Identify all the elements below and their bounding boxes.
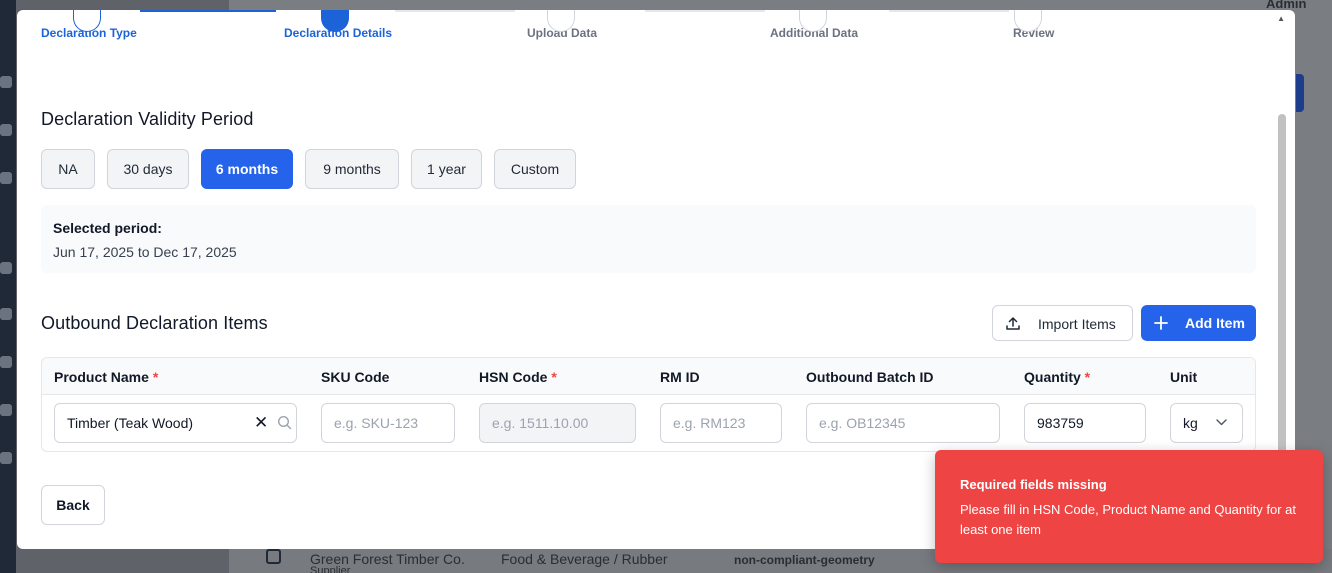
col-label: Quantity [1024,369,1081,385]
required-marker: * [551,369,557,385]
error-toast[interactable]: Required fields missing Please fill in H… [935,450,1323,563]
period-6-months-button[interactable]: 6 months [201,149,293,189]
network-icon [0,124,12,136]
col-label: Unit [1170,369,1198,385]
selected-period-label: Selected period: [53,220,162,236]
col-outbound-batch-id: Outbound Batch ID [806,369,934,385]
unit-value: kg [1183,415,1198,431]
step-connector-2 [395,10,515,12]
col-sku-code: SKU Code [321,369,389,385]
selected-period-value: Jun 17, 2025 to Dec 17, 2025 [53,244,237,260]
background-primary-button [1296,74,1304,112]
col-rm-id: RM ID [660,369,700,385]
add-item-button[interactable]: Add Item [1141,305,1256,341]
step-review[interactable]: Review [1013,10,1054,40]
chevron-down-icon [1216,419,1227,426]
background-row-checkbox [266,549,281,564]
import-items-button[interactable]: Import Items [992,305,1133,341]
validity-title: Declaration Validity Period [41,109,254,129]
upload-icon [1006,317,1020,330]
scroll-up-arrow-icon[interactable]: ▲ [1277,14,1285,23]
col-label: Product Name [54,369,149,385]
home-icon [0,76,12,88]
bg-row-type: Supplier [310,565,351,573]
hierarchy-icon [0,404,12,416]
col-label: SKU Code [321,369,390,385]
period-9-months-button[interactable]: 9 months [305,149,399,189]
hsn-code-input[interactable] [479,403,636,443]
step-connector-1 [140,10,276,12]
add-item-label: Add Item [1185,315,1245,331]
bg-row-status: non-compliant-geometry [734,553,875,567]
search-icon[interactable] [277,415,292,430]
step-additional-data[interactable]: Additional Data [770,10,858,40]
step-declaration-details[interactable]: Declaration Details [284,10,392,40]
required-marker: * [152,369,159,385]
settings-icon [0,452,12,464]
col-label: RM ID [660,369,700,385]
items-table: Product Name * SKU Code HSN Code * RM ID… [41,357,1256,452]
step-declaration-type[interactable]: Declaration Type [41,10,137,40]
col-label: Outbound Batch ID [806,369,934,385]
outbound-batch-id-input[interactable] [806,403,1000,443]
folder-icon [0,308,12,320]
toast-title: Required fields missing [960,477,1107,492]
col-product-name: Product Name * [54,369,158,385]
col-hsn-code: HSN Code * [479,369,557,385]
users-icon [0,262,12,274]
period-30-days-button[interactable]: 30 days [107,149,189,189]
col-unit: Unit [1170,369,1197,385]
required-marker: * [1084,369,1091,385]
period-1-year-button[interactable]: 1 year [411,149,482,189]
period-na-button[interactable]: NA [41,149,95,189]
check-icon [0,172,12,184]
selected-period-box: Selected period: Jun 17, 2025 to Dec 17,… [41,205,1256,273]
col-label: HSN Code [479,369,548,385]
close-icon[interactable]: ✕ [254,414,268,431]
plus-icon [1154,316,1168,330]
unit-select[interactable]: kg [1170,403,1243,443]
product-name-value: Timber (Teak Wood) [67,415,194,431]
bg-row-category: Food & Beverage / Rubber [501,551,668,567]
period-custom-button[interactable]: Custom [494,149,576,189]
import-items-label: Import Items [1038,316,1116,332]
col-quantity: Quantity * [1024,369,1090,385]
items-title: Outbound Declaration Items [41,313,268,333]
rm-id-input[interactable] [660,403,782,443]
step-connector-4 [889,10,1009,12]
team-icon [0,356,12,368]
back-button[interactable]: Back [41,485,105,525]
step-upload-data[interactable]: Upload Data [527,10,597,40]
table-header: Product Name * SKU Code HSN Code * RM ID… [42,358,1255,395]
sku-code-input[interactable] [321,403,455,443]
quantity-input[interactable] [1024,403,1146,443]
product-name-combobox[interactable]: Timber (Teak Wood) ✕ [54,403,297,443]
background-sidebar [0,0,16,573]
toast-message: Please fill in HSN Code, Product Name an… [960,502,1296,537]
step-connector-3 [645,10,765,12]
